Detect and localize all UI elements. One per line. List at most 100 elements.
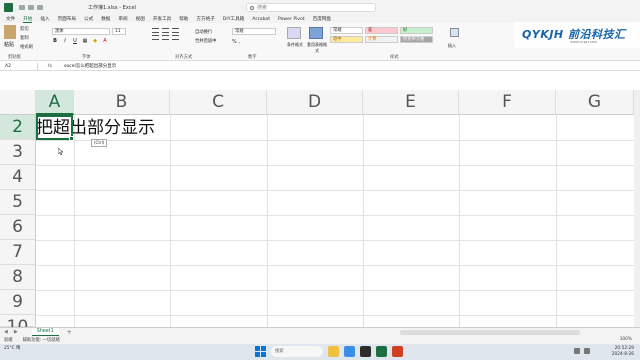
style-bad[interactable]: 差 [365, 27, 398, 34]
taskbar-search[interactable]: 搜索 [271, 346, 323, 357]
tab-baidu-netdisk[interactable]: 百度网盘 [313, 16, 331, 22]
save-icon[interactable] [19, 5, 25, 10]
tab-help[interactable]: 帮助 [179, 16, 188, 22]
style-calculation[interactable]: 计算 [365, 36, 398, 43]
merge-center-button[interactable]: 合并后居中 [195, 38, 216, 44]
table-format-icon[interactable] [309, 27, 323, 39]
quick-access-toolbar[interactable] [19, 5, 43, 10]
horizontal-scrollbar[interactable] [400, 330, 580, 335]
redo-icon[interactable] [37, 5, 43, 10]
row-header-2[interactable]: 2 [0, 115, 36, 140]
app-icon[interactable] [392, 346, 403, 357]
align-center-icon[interactable] [162, 35, 169, 40]
terminal-icon[interactable] [360, 346, 371, 357]
tab-home[interactable]: 开始 [23, 16, 33, 23]
font-size-select[interactable]: 11 [112, 28, 126, 35]
border-icon[interactable]: ▦ [82, 38, 88, 44]
gridline [267, 115, 268, 327]
row-header-9[interactable]: 9 [0, 290, 36, 315]
excel-taskbar-icon[interactable] [376, 346, 387, 357]
number-format-select[interactable]: 常规 [232, 28, 276, 35]
sheet-tab-bar: ◀ ▶ Sheet1 + [0, 327, 640, 337]
column-header-f[interactable]: F [459, 90, 556, 115]
sheet-next-icon[interactable]: ▶ [14, 329, 18, 335]
format-painter-button[interactable]: 格式刷 [20, 44, 33, 50]
row-header-8[interactable]: 8 [0, 265, 36, 290]
row-header-10[interactable]: 10 [0, 315, 36, 337]
tab-page-layout[interactable]: 页面布局 [58, 16, 76, 22]
column-header-e[interactable]: E [363, 90, 459, 115]
formula-input[interactable]: excel怎么把超出部分显示 [62, 63, 116, 69]
row-header-6[interactable]: 6 [0, 215, 36, 240]
align-middle-icon[interactable] [162, 28, 169, 33]
column-header-c[interactable]: C [170, 90, 267, 115]
sheet-prev-icon[interactable]: ◀ [4, 329, 8, 335]
tab-file[interactable]: 文件 [6, 16, 15, 22]
add-sheet-button[interactable]: + [67, 329, 72, 336]
volume-icon[interactable] [584, 348, 590, 354]
align-top-icon[interactable] [152, 28, 159, 33]
mouse-cursor-icon [58, 148, 63, 155]
column-header-d[interactable]: D [267, 90, 363, 115]
tab-diy-tools[interactable]: DIY工具箱 [223, 16, 244, 22]
style-neutral[interactable]: 适中 [330, 36, 363, 43]
accessibility-status[interactable]: 辅助功能: 一切就绪 [23, 337, 60, 343]
conditional-format-icon[interactable] [287, 27, 301, 39]
tab-acrobat[interactable]: Acrobat [252, 17, 270, 22]
column-header-g[interactable]: G [556, 90, 634, 115]
paste-options-tip[interactable]: (Ctrl) [91, 139, 108, 147]
bold-icon[interactable]: B [52, 38, 58, 44]
styles-group-label: 样式 [390, 55, 399, 60]
clock[interactable]: 20:52:29 2024-8-26 [612, 346, 634, 357]
zoom-level[interactable]: 100% [620, 337, 632, 342]
clock-date: 2024-8-26 [611, 351, 634, 357]
tab-fangfang[interactable]: 方方格子 [196, 16, 214, 22]
weather-widget[interactable]: 25°C 晴 [4, 346, 20, 351]
font-name-select[interactable]: 黑体 [52, 28, 110, 35]
column-header-b[interactable]: B [74, 90, 170, 115]
row-header-4[interactable]: 4 [0, 165, 36, 190]
name-box[interactable]: A2 [2, 62, 38, 70]
underline-icon[interactable]: U [72, 38, 78, 44]
edge-icon[interactable] [344, 346, 355, 357]
align-bottom-icon[interactable] [172, 28, 179, 33]
number-format-buttons[interactable]: % , [232, 39, 240, 45]
tab-developer[interactable]: 开发工具 [153, 16, 171, 22]
select-all-corner[interactable] [0, 90, 36, 115]
font-color-icon[interactable]: A [102, 38, 108, 44]
fill-color-icon[interactable]: ◆ [92, 38, 98, 44]
tab-review[interactable]: 审阅 [118, 16, 127, 22]
row-header-3[interactable]: 3 [0, 140, 36, 165]
row-header-7[interactable]: 7 [0, 240, 36, 265]
cut-button[interactable]: 剪切 [20, 26, 33, 32]
tab-insert[interactable]: 插入 [40, 16, 49, 22]
fill-handle[interactable] [69, 136, 74, 141]
paste-button[interactable] [4, 25, 16, 39]
copy-button[interactable]: 复制 [20, 35, 33, 41]
file-explorer-icon[interactable] [328, 346, 339, 357]
style-check-cell[interactable]: 检查单元格 [400, 36, 433, 43]
tab-power-pivot[interactable]: Power Pivot [278, 17, 305, 22]
search-icon [250, 5, 254, 10]
network-icon[interactable] [574, 348, 580, 354]
row-header-5[interactable]: 5 [0, 190, 36, 215]
tab-data[interactable]: 数据 [101, 16, 110, 22]
formula-bar: A2 fx excel怎么把超出部分显示 [0, 62, 640, 71]
fx-icon[interactable]: fx [38, 64, 62, 69]
align-left-icon[interactable] [152, 35, 159, 40]
style-normal[interactable]: 常规 [330, 27, 363, 34]
column-header-a[interactable]: A [36, 90, 74, 115]
insert-cells-icon[interactable] [450, 28, 459, 37]
style-good[interactable]: 好 [400, 27, 433, 34]
tab-formulas[interactable]: 公式 [84, 16, 93, 22]
italic-icon[interactable]: I [62, 38, 68, 44]
gridline [36, 265, 634, 266]
undo-icon[interactable] [28, 5, 34, 10]
tab-view[interactable]: 视图 [136, 16, 145, 22]
align-right-icon[interactable] [172, 35, 179, 40]
cell-grid[interactable]: 把超出部分显示 (Ctrl) [36, 115, 634, 327]
wrap-text-button[interactable]: 自动换行 [195, 29, 212, 35]
vertical-scrollbar[interactable] [634, 90, 640, 327]
title-search-box[interactable]: 搜索 [246, 3, 376, 12]
start-icon[interactable] [255, 346, 266, 357]
